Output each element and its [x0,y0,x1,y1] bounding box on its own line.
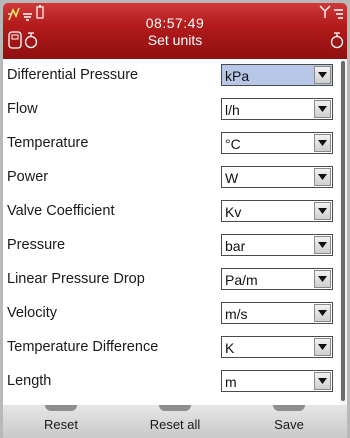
unit-select-pressure[interactable]: bar [221,234,333,256]
dropdown-button[interactable] [314,100,331,118]
unit-select-flow[interactable]: l/h [221,98,333,120]
chevron-down-icon [318,276,327,282]
clock-time: 08:57:49 [145,15,205,31]
unit-select-value: kPa [225,68,250,84]
unit-label: Velocity [7,305,57,321]
unit-row-flow: Flow l/h [3,93,340,127]
unit-label: Temperature [7,135,89,151]
dropdown-button[interactable] [314,270,331,288]
dropdown-button[interactable] [314,236,331,254]
unit-row-differential-pressure: Differential Pressure kPa [3,59,340,93]
softkey-tab [45,405,77,411]
page-title: Set units [147,32,203,48]
chevron-down-icon [318,378,327,384]
unit-label: Length [7,373,52,389]
units-list: Differential Pressure kPa Flow l/h Tempe… [3,59,340,405]
softkey-bar: Reset Reset all Save [3,405,347,438]
dropdown-button[interactable] [314,66,331,84]
softkey-tab [273,405,305,411]
dropdown-button[interactable] [314,134,331,152]
unit-row-pressure: Pressure bar [3,229,340,263]
unit-select-temperature-difference[interactable]: K [221,336,333,358]
dropdown-button[interactable] [314,372,331,390]
reset-button[interactable]: Reset [6,405,116,438]
unit-select-velocity[interactable]: m/s [221,302,333,324]
reset-all-button[interactable]: Reset all [120,405,230,438]
chevron-down-icon [318,140,327,146]
unit-select-value: m/s [225,306,248,322]
dropdown-button[interactable] [314,202,331,220]
chevron-down-icon [318,310,327,316]
unit-label: Power [7,169,49,185]
chevron-down-icon [318,242,327,248]
unit-select-value: °C [225,136,241,152]
unit-row-temperature-difference: Temperature Difference K [3,331,340,365]
unit-row-temperature: Temperature °C [3,127,340,161]
unit-select-value: W [225,170,239,186]
scrollbar-thumb[interactable] [341,61,345,401]
unit-label: Pressure [7,237,66,253]
softkey-tab [159,405,191,411]
chevron-down-icon [318,106,327,112]
dropdown-button[interactable] [314,168,331,186]
unit-label: Linear Pressure Drop [7,271,145,287]
unit-label: Differential Pressure [7,67,139,83]
dropdown-button[interactable] [314,338,331,356]
unit-label: Temperature Difference [7,339,159,355]
unit-select-value: m [225,374,237,390]
chevron-down-icon [318,72,327,78]
scrollbar[interactable] [340,59,347,405]
unit-select-value: l/h [225,102,240,118]
unit-row-valve-coefficient: Valve Coefficient Kv [3,195,340,229]
dropdown-button[interactable] [314,304,331,322]
reset-all-button-label: Reset all [149,417,201,432]
reset-button-label: Reset [44,417,78,432]
unit-select-temperature[interactable]: °C [221,132,333,154]
save-button[interactable]: Save [234,405,344,438]
unit-row-linear-pressure-drop: Linear Pressure Drop Pa/m [3,263,340,297]
status-header: 08:57:49 Set units [3,3,347,59]
unit-select-value: Kv [225,204,242,220]
unit-row-power: Power W [3,161,340,195]
unit-select-value: K [225,340,235,356]
unit-row-velocity: Velocity m/s [3,297,340,331]
unit-select-length[interactable]: m [221,370,333,392]
chevron-down-icon [318,208,327,214]
unit-select-value: Pa/m [225,272,258,288]
unit-select-differential-pressure[interactable]: kPa [221,64,333,86]
chevron-down-icon [318,344,327,350]
save-button-label: Save [274,417,304,432]
unit-row-length: Length m [3,365,340,399]
unit-label: Flow [7,101,38,117]
unit-select-linear-pressure-drop[interactable]: Pa/m [221,268,333,290]
unit-select-value: bar [225,238,246,254]
unit-select-valve-coefficient[interactable]: Kv [221,200,333,222]
unit-label: Valve Coefficient [7,203,115,219]
chevron-down-icon [318,174,327,180]
unit-select-power[interactable]: W [221,166,333,188]
